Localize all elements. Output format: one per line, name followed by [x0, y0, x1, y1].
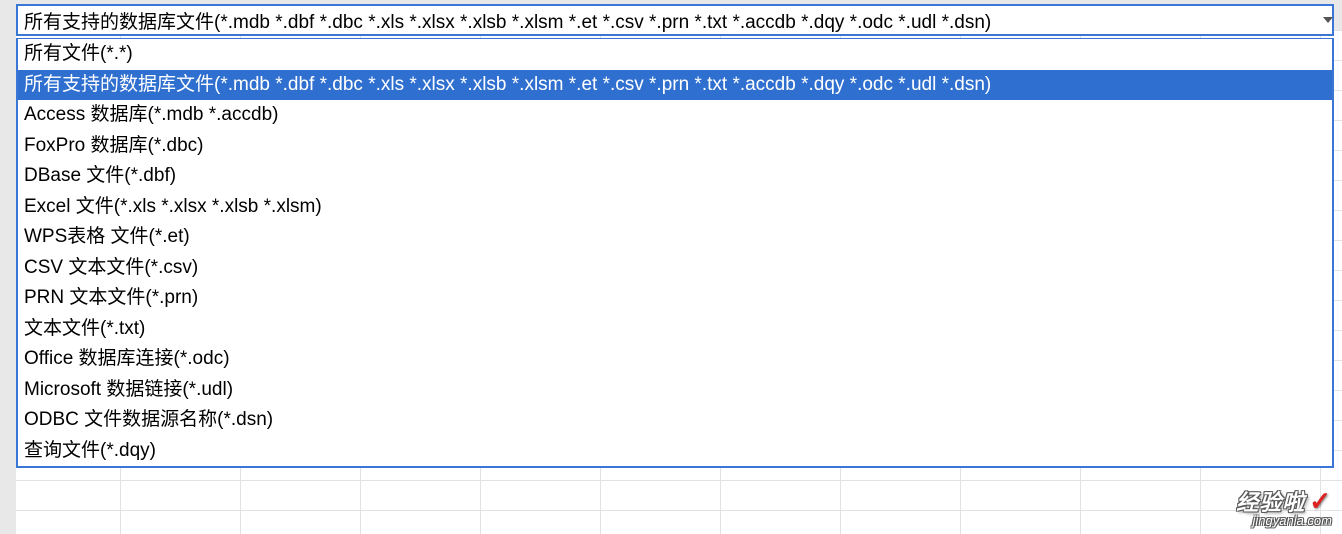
- filetype-option[interactable]: PRN 文本文件(*.prn): [18, 283, 1332, 314]
- filetype-option[interactable]: Office 数据库连接(*.odc): [18, 344, 1332, 375]
- filetype-filter-selected-text: 所有支持的数据库文件(*.mdb *.dbf *.dbc *.xls *.xls…: [24, 7, 991, 34]
- filetype-option[interactable]: 所有支持的数据库文件(*.mdb *.dbf *.dbc *.xls *.xls…: [18, 70, 1332, 101]
- filetype-option[interactable]: ODBC 文件数据源名称(*.dsn): [18, 405, 1332, 436]
- filetype-option[interactable]: 查询文件(*.dqy): [18, 436, 1332, 467]
- filetype-option[interactable]: FoxPro 数据库(*.dbc): [18, 131, 1332, 162]
- filetype-filter-combobox[interactable]: 所有支持的数据库文件(*.mdb *.dbf *.dbc *.xls *.xls…: [16, 4, 1334, 36]
- spreadsheet-row-header: [0, 0, 16, 534]
- filetype-option[interactable]: WPS表格 文件(*.et): [18, 222, 1332, 253]
- dropdown-arrow-icon[interactable]: [1318, 4, 1338, 36]
- filetype-option[interactable]: 文本文件(*.txt): [18, 314, 1332, 345]
- filetype-option[interactable]: Excel 文件(*.xls *.xlsx *.xlsb *.xlsm): [18, 192, 1332, 223]
- filetype-option[interactable]: CSV 文本文件(*.csv): [18, 253, 1332, 284]
- filetype-filter-listbox[interactable]: 所有文件(*.*)所有支持的数据库文件(*.mdb *.dbf *.dbc *.…: [16, 38, 1334, 468]
- filetype-option[interactable]: Access 数据库(*.mdb *.accdb): [18, 100, 1332, 131]
- filetype-option[interactable]: Microsoft 数据链接(*.udl): [18, 375, 1332, 406]
- filetype-option[interactable]: DBase 文件(*.dbf): [18, 161, 1332, 192]
- filetype-option[interactable]: 所有文件(*.*): [18, 39, 1332, 70]
